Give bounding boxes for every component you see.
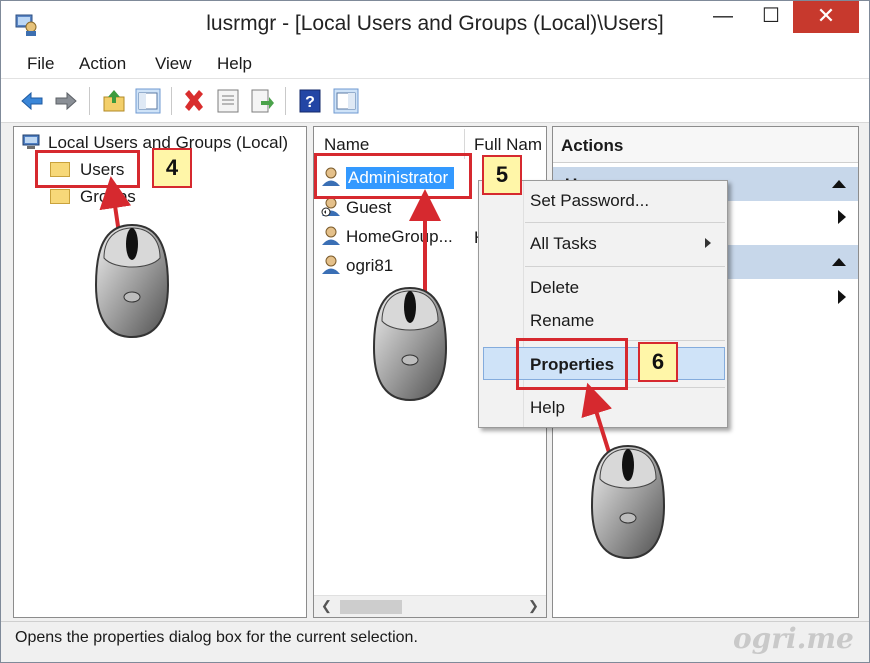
title-bar[interactable]: lusrmgr - [Local Users and Groups (Local… xyxy=(1,1,869,47)
callout-box-properties xyxy=(516,338,628,390)
scroll-left-icon[interactable]: ❮ xyxy=(321,598,332,614)
show-hide-action-pane-icon[interactable] xyxy=(333,88,359,114)
toolbar: ? xyxy=(1,79,869,123)
menu-bar: File Action View Help xyxy=(1,47,869,79)
help-icon[interactable]: ? xyxy=(297,88,323,114)
menu-separator xyxy=(525,266,725,267)
list-item-label: ogri81 xyxy=(346,256,394,275)
collapse-icon[interactable] xyxy=(832,258,846,266)
export-list-icon[interactable] xyxy=(249,88,275,114)
menu-separator xyxy=(525,222,725,223)
menu-item-delete[interactable]: Delete xyxy=(530,278,579,298)
console-tree-pane: Local Users and Groups (Local) Users Gro… xyxy=(13,126,307,618)
status-text: Opens the properties dialog box for the … xyxy=(15,629,418,646)
delete-icon[interactable] xyxy=(181,88,207,114)
forward-arrow-icon[interactable] xyxy=(53,88,79,114)
disabled-user-icon xyxy=(321,197,340,217)
menu-view[interactable]: View xyxy=(155,54,192,74)
folder-icon xyxy=(50,189,70,204)
context-menu-gutter xyxy=(523,181,524,427)
list-item-homegroup[interactable]: HomeGroup... xyxy=(320,226,453,247)
list-item-guest[interactable]: Guest xyxy=(320,197,391,218)
step-badge-4: 4 xyxy=(152,148,192,188)
menu-item-all-tasks[interactable]: All Tasks xyxy=(530,234,597,254)
properties-icon[interactable] xyxy=(215,88,241,114)
computer-icon xyxy=(22,134,40,149)
list-item-ogri81[interactable]: ogri81 xyxy=(320,255,393,276)
list-item-label: Guest xyxy=(346,198,392,217)
step-badge-6: 6 xyxy=(638,342,678,382)
tree-item-groups[interactable]: Groups xyxy=(50,187,136,207)
maximize-button[interactable]: ☐ xyxy=(749,1,793,33)
toolbar-separator xyxy=(89,87,90,115)
column-header-full-name[interactable]: Full Nam xyxy=(474,135,542,155)
menu-item-rename[interactable]: Rename xyxy=(530,311,594,331)
user-icon xyxy=(322,226,340,245)
menu-item-help[interactable]: Help xyxy=(530,398,565,418)
svg-text:?: ? xyxy=(305,94,315,111)
more-actions-icon[interactable] xyxy=(838,290,846,304)
back-arrow-icon[interactable] xyxy=(19,88,45,114)
tree-item-label: Groups xyxy=(80,187,136,206)
actions-title: Actions xyxy=(553,127,858,163)
menu-file[interactable]: File xyxy=(27,54,54,74)
horizontal-scrollbar[interactable]: ❮ ❯ xyxy=(314,595,546,617)
more-actions-icon[interactable] xyxy=(838,210,846,224)
scroll-right-icon[interactable]: ❯ xyxy=(528,598,539,614)
callout-box-users xyxy=(35,150,140,188)
close-button[interactable]: ✕ xyxy=(793,1,859,33)
watermark-logo: ogri.me xyxy=(733,622,854,655)
column-header-name[interactable]: Name xyxy=(324,135,369,155)
list-item-label: HomeGroup... xyxy=(346,227,453,246)
callout-box-administrator xyxy=(314,153,472,199)
toolbar-separator xyxy=(285,87,286,115)
minimize-button[interactable]: — xyxy=(701,1,745,33)
show-hide-tree-icon[interactable] xyxy=(135,88,161,114)
status-bar: Opens the properties dialog box for the … xyxy=(1,621,869,662)
mmc-window: lusrmgr - [Local Users and Groups (Local… xyxy=(0,0,870,663)
collapse-icon[interactable] xyxy=(832,180,846,188)
step-badge-5: 5 xyxy=(482,155,522,195)
menu-action[interactable]: Action xyxy=(79,54,126,74)
up-folder-icon[interactable] xyxy=(101,88,127,114)
menu-help[interactable]: Help xyxy=(217,54,252,74)
toolbar-separator xyxy=(171,87,172,115)
submenu-arrow-icon xyxy=(705,238,711,248)
scrollbar-thumb[interactable] xyxy=(340,600,402,614)
context-menu: Set Password... All Tasks Delete Rename … xyxy=(478,180,728,428)
user-icon xyxy=(322,255,340,274)
menu-item-set-password[interactable]: Set Password... xyxy=(530,191,649,211)
